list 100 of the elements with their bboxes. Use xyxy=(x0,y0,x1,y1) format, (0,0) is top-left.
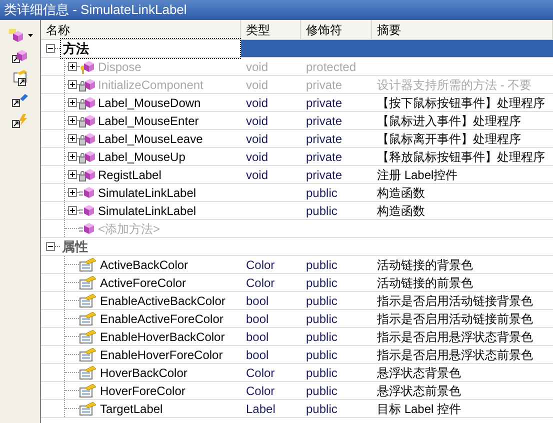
member-modifier: public xyxy=(306,258,338,272)
member-summary: 活动链接的背景色 xyxy=(377,258,473,272)
member-summary: 悬浮状态前景色 xyxy=(377,384,461,398)
lock-cube-icon xyxy=(79,150,95,164)
member-name: HoverForeColor xyxy=(100,382,186,400)
lock-cube-icon xyxy=(79,132,95,146)
member-modifier: public xyxy=(306,402,338,416)
member-summary: 指示是否启用活动链接背景色 xyxy=(377,294,533,308)
member-row[interactable]: RegistLabel void private 注册 Label控件 xyxy=(41,166,553,184)
caret-icon xyxy=(28,34,33,36)
event-shortcut-icon[interactable] xyxy=(12,114,28,128)
member-row[interactable]: Label_MouseEnter void private 【鼠标进入事件】处理程序 xyxy=(41,112,553,130)
member-summary: 构造函数 xyxy=(377,204,425,218)
member-name: HoverBackColor xyxy=(100,364,188,382)
member-row[interactable]: EnableHoverForeColor bool public 指示是否启用悬浮状态前景色 xyxy=(41,346,553,364)
member-row[interactable]: HoverBackColor Color public 悬浮状态背景色 xyxy=(41,364,553,382)
method-shortcut-icon[interactable] xyxy=(12,49,28,63)
member-name: <添加方法> xyxy=(98,220,160,238)
member-row[interactable]: SimulateLinkLabel public 构造函数 xyxy=(41,202,553,220)
member-modifier: public xyxy=(306,276,338,290)
expand-icon[interactable] xyxy=(68,98,77,107)
property-icon xyxy=(79,258,97,272)
member-summary: 目标 Label 控件 xyxy=(377,402,462,416)
member-modifier: public xyxy=(306,384,338,398)
method-cube-icon xyxy=(79,204,95,218)
member-summary: 指示是否启用悬浮状态背景色 xyxy=(377,330,533,344)
group-row[interactable]: 方法 xyxy=(41,40,553,58)
member-row[interactable]: EnableHoverBackColor bool public 指示是否启用悬浮状态背景色 xyxy=(41,328,553,346)
member-type: Color xyxy=(246,276,275,290)
member-summary: 【按下鼠标按钮事件】处理程序 xyxy=(377,96,545,110)
property-icon xyxy=(79,330,97,344)
group-row[interactable]: 属性 xyxy=(41,238,553,256)
member-row[interactable]: HoverForeColor Color public 悬浮状态前景色 xyxy=(41,382,553,400)
member-row[interactable]: SimulateLinkLabel public 构造函数 xyxy=(41,184,553,202)
member-name: Label_MouseUp xyxy=(98,148,186,166)
member-type: Color xyxy=(246,258,275,272)
collapse-icon[interactable] xyxy=(46,44,55,53)
expand-icon[interactable] xyxy=(68,206,77,215)
member-type: bool xyxy=(246,330,269,344)
lock-cube-icon xyxy=(79,114,95,128)
member-summary: 【鼠标进入事件】处理程序 xyxy=(377,114,521,128)
column-header[interactable]: 名称 xyxy=(41,20,241,39)
member-row[interactable]: TargetLabel Label public 目标 Label 控件 xyxy=(41,400,553,418)
member-modifier: private xyxy=(306,132,342,146)
member-name: Label_MouseDown xyxy=(98,94,201,112)
member-type: void xyxy=(246,150,268,164)
expand-icon[interactable] xyxy=(68,116,77,125)
member-name: ActiveForeColor xyxy=(100,274,186,292)
member-type: Label xyxy=(246,402,276,416)
member-summary: 注册 Label控件 xyxy=(377,168,458,182)
member-name: Label_MouseLeave xyxy=(98,130,203,148)
member-type: bool xyxy=(246,348,269,362)
property-icon xyxy=(79,402,97,416)
member-modifier: private xyxy=(306,78,342,92)
member-modifier: public xyxy=(306,204,338,218)
member-name: EnableActiveBackColor xyxy=(100,292,226,310)
property-icon xyxy=(79,384,97,398)
lock-cube-icon xyxy=(79,96,95,110)
member-row[interactable]: Label_MouseUp void private 【释放鼠标按钮事件】处理程序 xyxy=(41,148,553,166)
member-row[interactable]: ActiveForeColor Color public 活动链接的前景色 xyxy=(41,274,553,292)
member-name: SimulateLinkLabel xyxy=(98,202,196,220)
member-type: bool xyxy=(246,312,269,326)
member-modifier: private xyxy=(306,150,342,164)
member-summary: 指示是否启用活动链接前景色 xyxy=(377,312,533,326)
member-name: SimulateLinkLabel xyxy=(98,184,196,202)
member-type: Color xyxy=(246,384,275,398)
member-row[interactable]: ActiveBackColor Color public 活动链接的背景色 xyxy=(41,256,553,274)
member-modifier: private xyxy=(306,168,342,182)
member-modifier: private xyxy=(306,114,342,128)
member-name: RegistLabel xyxy=(98,166,162,184)
column-header[interactable]: 摘要 xyxy=(372,20,553,39)
member-row[interactable]: EnableActiveForeColor bool public 指示是否启用活动链接前景色 xyxy=(41,310,553,328)
method-cube-icon xyxy=(79,186,95,200)
key-cube-icon xyxy=(79,60,95,74)
column-header[interactable]: 类型 xyxy=(241,20,301,39)
member-name: Dispose xyxy=(98,58,142,76)
column-header[interactable]: 修饰符 xyxy=(301,20,372,39)
member-type: void xyxy=(246,60,268,74)
expand-icon[interactable] xyxy=(68,152,77,161)
member-modifier: private xyxy=(306,96,342,110)
member-summary: 【释放鼠标按钮事件】处理程序 xyxy=(377,150,545,164)
expand-icon[interactable] xyxy=(68,170,77,179)
member-type: void xyxy=(246,78,268,92)
expand-icon[interactable] xyxy=(68,134,77,143)
member-row[interactable]: Label_MouseLeave void private 【鼠标离开事件】处理程序 xyxy=(41,130,553,148)
collapse-icon[interactable] xyxy=(46,242,55,251)
member-row[interactable]: Label_MouseDown void private 【按下鼠标按钮事件】处理程序 xyxy=(41,94,553,112)
member-row[interactable]: EnableActiveBackColor bool public 指示是否启用活动链接背景色 xyxy=(41,292,553,310)
member-summary: 构造函数 xyxy=(377,186,425,200)
expand-icon[interactable] xyxy=(68,188,77,197)
member-type: bool xyxy=(246,294,269,308)
field-shortcut-icon[interactable] xyxy=(12,93,28,107)
property-icon xyxy=(79,276,97,290)
member-type: Color xyxy=(246,366,275,380)
member-modifier: public xyxy=(306,348,338,362)
property-shortcut-icon[interactable] xyxy=(12,70,28,86)
window-title: 类详细信息 - SimulateLinkLabel xyxy=(0,0,553,20)
lock-cube-icon xyxy=(79,168,95,182)
property-icon xyxy=(79,348,97,362)
cube-stack-icon xyxy=(8,28,24,42)
